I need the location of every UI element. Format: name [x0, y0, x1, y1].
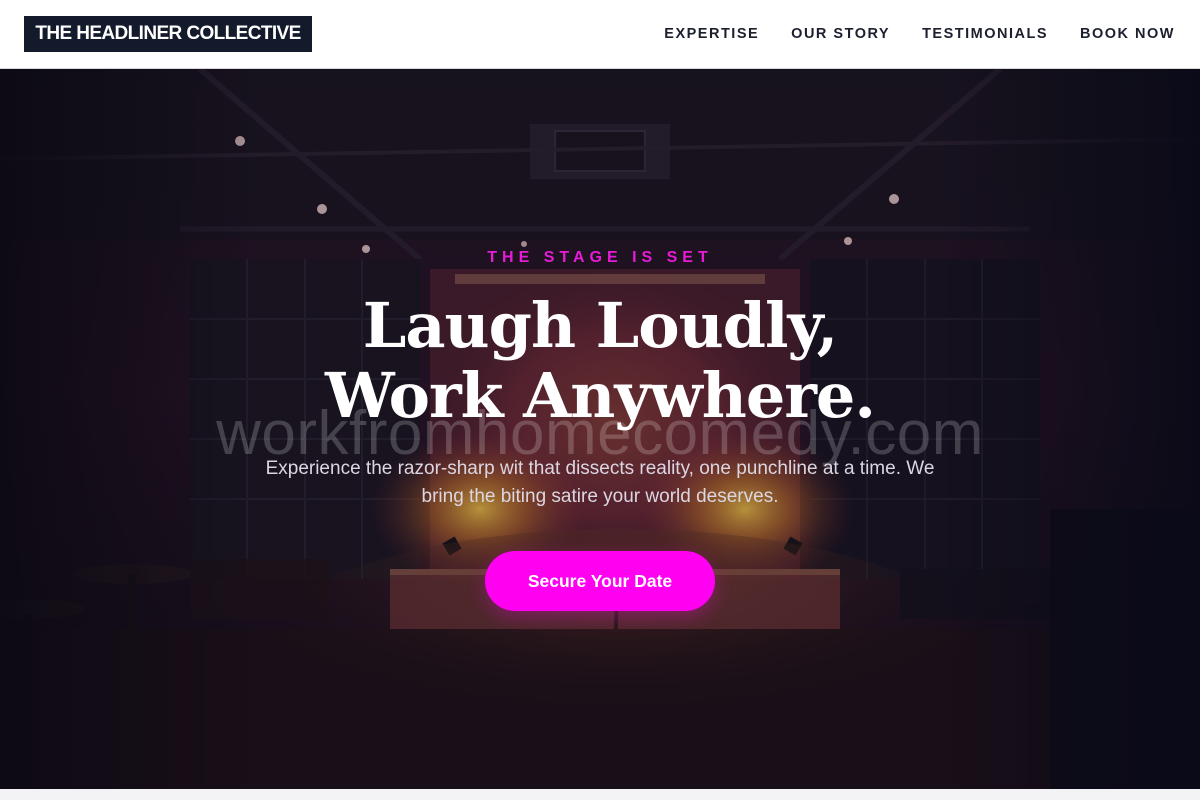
secure-your-date-button[interactable]: Secure Your Date [485, 551, 715, 611]
hero-eyebrow: THE STAGE IS SET [487, 249, 713, 266]
brand-logo[interactable]: THE HEADLINER COLLECTIVE [24, 16, 312, 52]
hero-headline: Laugh Loudly, Work Anywhere. [0, 291, 1200, 431]
next-section-edge [0, 789, 1200, 800]
hero-headline-line-2: Work Anywhere. [325, 359, 876, 432]
hero-headline-line-1: Laugh Loudly, [362, 289, 838, 362]
nav-link-expertise[interactable]: EXPERTISE [664, 24, 759, 44]
main-nav: EXPERTISE OUR STORY TESTIMONIALS BOOK NO… [664, 24, 1175, 44]
site-header: THE HEADLINER COLLECTIVE EXPERTISE OUR S… [0, 0, 1200, 69]
nav-link-book-now[interactable]: BOOK NOW [1080, 24, 1175, 44]
hero-subtext: Experience the razor-sharp wit that diss… [265, 458, 935, 507]
hero-section: workfromhomecomedy.com THE STAGE IS SET … [0, 69, 1200, 789]
nav-link-testimonials[interactable]: TESTIMONIALS [922, 24, 1048, 44]
nav-link-our-story[interactable]: OUR STORY [791, 24, 890, 44]
